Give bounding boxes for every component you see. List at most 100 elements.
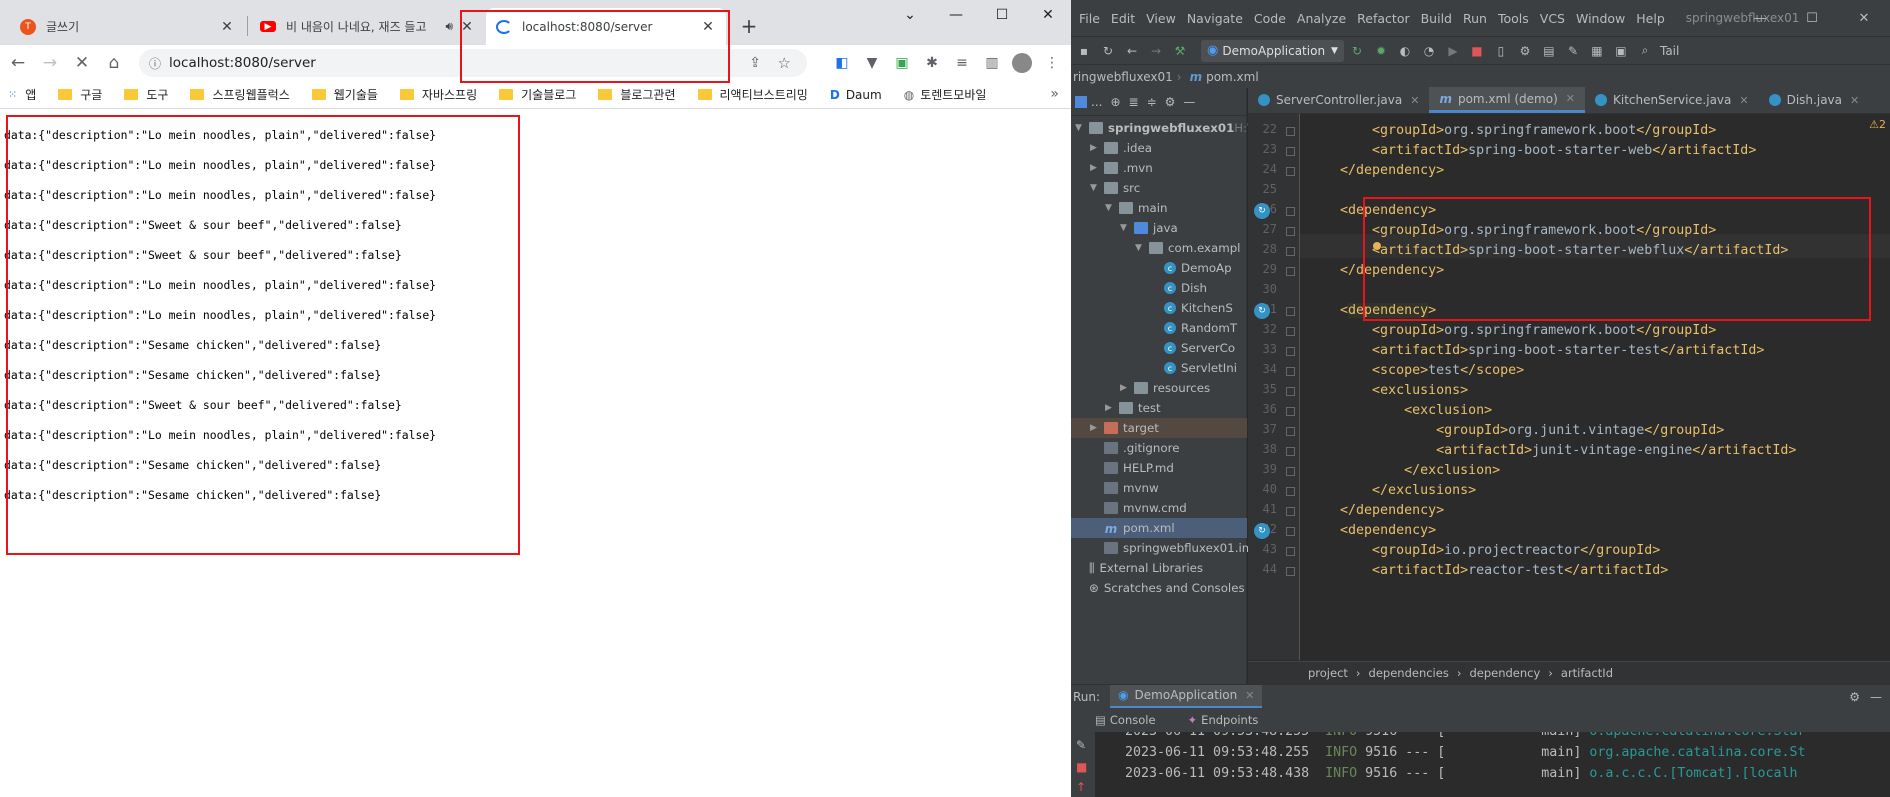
stop-loading-icon[interactable]: ✕: [68, 49, 96, 77]
bookmark-torrent[interactable]: ◍ 토렌트모바일: [904, 86, 987, 103]
locate-icon[interactable]: ⊕: [1110, 95, 1120, 109]
menu-view[interactable]: View: [1146, 11, 1176, 26]
back-arrow-icon[interactable]: ←: [4, 49, 32, 77]
menu-help[interactable]: Help: [1636, 11, 1665, 26]
maven-dependency-gutter-icon[interactable]: ↻: [1254, 523, 1270, 539]
tree-item[interactable]: ▶ .idea: [1071, 138, 1152, 158]
arrow-up-icon[interactable]: ↑: [1076, 780, 1086, 794]
bookmark-folder[interactable]: 스프링웹플럭스: [190, 86, 290, 103]
tree-item[interactable]: ▶ target: [1071, 418, 1247, 438]
console-tab[interactable]: ▤ Console: [1095, 713, 1172, 727]
project-view-label[interactable]: ...: [1091, 95, 1102, 109]
editor-tab-pom[interactable]: m pom.xml (demo) ✕: [1429, 87, 1585, 113]
fold-marker-icon[interactable]: [1286, 167, 1295, 176]
tree-item[interactable]: mvnw: [1071, 478, 1159, 498]
share-icon[interactable]: ⇪: [749, 55, 761, 71]
menu-vcs[interactable]: VCS: [1540, 11, 1565, 26]
minimize-icon[interactable]: —: [1734, 0, 1786, 36]
maximize-icon[interactable]: ☐: [979, 0, 1025, 30]
tree-item[interactable]: ▶ .mvn: [1071, 158, 1153, 178]
extension-translate-icon[interactable]: ◧: [827, 49, 857, 77]
tree-item[interactable]: c ServletIni: [1071, 358, 1237, 378]
bookmark-folder[interactable]: 웹기술들: [311, 86, 378, 103]
chevron-down-icon[interactable]: ▼: [1120, 223, 1134, 233]
fold-marker-icon[interactable]: [1286, 387, 1295, 396]
tree-item[interactable]: ⊛ Scratches and Consoles: [1071, 578, 1245, 598]
fold-marker-icon[interactable]: [1286, 347, 1295, 356]
fold-marker-icon[interactable]: [1286, 487, 1295, 496]
gear-icon[interactable]: ⚙: [1849, 690, 1860, 704]
editor-breadcrumb-item[interactable]: dependencies: [1369, 666, 1449, 680]
stop-icon[interactable]: ■: [1076, 760, 1087, 774]
menu-navigate[interactable]: Navigate: [1187, 11, 1243, 26]
tree-item[interactable]: ▶ test: [1071, 398, 1161, 418]
hide-icon[interactable]: —: [1870, 690, 1882, 704]
fold-marker-icon[interactable]: [1286, 207, 1295, 216]
tree-item[interactable]: HELP.md: [1071, 458, 1174, 478]
chevron-right-icon[interactable]: ▶: [1090, 163, 1104, 173]
chevron-right-icon[interactable]: ▶: [1120, 383, 1134, 393]
coverage-icon[interactable]: ◐: [1394, 40, 1416, 62]
info-icon[interactable]: ⓘ: [149, 55, 161, 72]
close-tab-icon[interactable]: ✕: [219, 19, 235, 35]
close-icon[interactable]: ✕: [1245, 689, 1254, 702]
tab-localhost-server[interactable]: localhost:8080/server ✕: [486, 8, 726, 45]
profile-icon[interactable]: ◔: [1418, 40, 1440, 62]
chevron-down-icon[interactable]: ▼: [1105, 203, 1119, 213]
speaker-icon[interactable]: 🔊︎: [445, 19, 453, 34]
build-hammer-icon[interactable]: ⚒: [1169, 40, 1191, 62]
minimize-icon[interactable]: —: [933, 0, 979, 30]
chevron-down-icon[interactable]: ▼: [1075, 123, 1089, 133]
fold-marker-icon[interactable]: [1286, 367, 1295, 376]
tree-item[interactable]: c DemoAp: [1071, 258, 1232, 278]
tree-item[interactable]: ▼ java: [1071, 218, 1178, 238]
tab-blog-write[interactable]: T 글쓰기 ✕: [10, 8, 245, 45]
fold-marker-icon[interactable]: [1286, 127, 1295, 136]
tab-youtube[interactable]: ▶ 비 내음이 나네요, 재즈 들고 🔊︎ ✕: [250, 8, 485, 45]
close-icon[interactable]: ✕: [1739, 94, 1748, 107]
home-icon[interactable]: ⌂: [100, 49, 128, 77]
fold-marker-icon[interactable]: [1286, 227, 1295, 236]
chevron-right-icon[interactable]: »: [1050, 86, 1059, 102]
editor-breadcrumb-item[interactable]: dependency: [1469, 666, 1540, 680]
extension-v-icon[interactable]: ▼: [857, 49, 887, 77]
gear-icon[interactable]: ⚙: [1165, 95, 1176, 109]
code-area[interactable]: <groupId> org.springframework.boot </group…: [1308, 114, 1890, 660]
close-icon[interactable]: ✕: [1410, 94, 1419, 107]
maximize-icon[interactable]: ☐: [1786, 0, 1838, 36]
extension-tv-icon[interactable]: ▣: [887, 49, 917, 77]
tree-item[interactable]: m pom.xml: [1071, 518, 1247, 538]
tree-item[interactable]: ▼ com.exampl: [1071, 238, 1240, 258]
fold-marker-icon[interactable]: [1286, 147, 1295, 156]
address-bar[interactable]: ⓘ localhost:8080/server ⇪ ☆: [139, 49, 807, 77]
menu-tools[interactable]: Tools: [1498, 11, 1529, 26]
menu-refactor[interactable]: Refactor: [1357, 11, 1409, 26]
tree-item[interactable]: ▼ springwebfluxex01 H:\: [1071, 118, 1251, 138]
fold-marker-icon[interactable]: [1286, 527, 1295, 536]
project-view-icon[interactable]: [1075, 95, 1087, 108]
menu-edit[interactable]: Edit: [1111, 11, 1135, 26]
terminal-icon[interactable]: ▣: [1610, 40, 1632, 62]
bookmark-folder[interactable]: 블로그관련: [598, 86, 676, 103]
project-structure-icon[interactable]: ▦: [1586, 40, 1608, 62]
close-tab-icon[interactable]: ✕: [459, 19, 475, 35]
fold-marker-icon[interactable]: [1286, 247, 1295, 256]
fold-marker-icon[interactable]: [1286, 507, 1295, 516]
media-control-icon[interactable]: ≡: [947, 49, 977, 77]
tree-item[interactable]: ▼ src: [1071, 178, 1140, 198]
kebab-menu-icon[interactable]: ⋮: [1037, 49, 1067, 77]
fold-marker-icon[interactable]: [1286, 547, 1295, 556]
warning-indicator[interactable]: ⚠2: [1869, 118, 1886, 131]
expand-icon[interactable]: ≑: [1147, 95, 1157, 109]
menu-window[interactable]: Window: [1576, 11, 1625, 26]
extensions-puzzle-icon[interactable]: ✱: [917, 49, 947, 77]
close-icon[interactable]: ✕: [1850, 94, 1859, 107]
editor-tab-servercontroller[interactable]: ServerController.java ✕: [1248, 87, 1429, 113]
new-tab-icon[interactable]: +: [735, 12, 763, 40]
collapse-icon[interactable]: ≣: [1129, 95, 1139, 109]
menu-run[interactable]: Run: [1463, 11, 1487, 26]
bookmark-folder[interactable]: 자바스프링: [399, 86, 477, 103]
device-icon[interactable]: ▯: [1490, 40, 1512, 62]
intention-bulb-icon[interactable]: [1373, 242, 1381, 250]
close-window-icon[interactable]: ✕: [1838, 0, 1890, 36]
